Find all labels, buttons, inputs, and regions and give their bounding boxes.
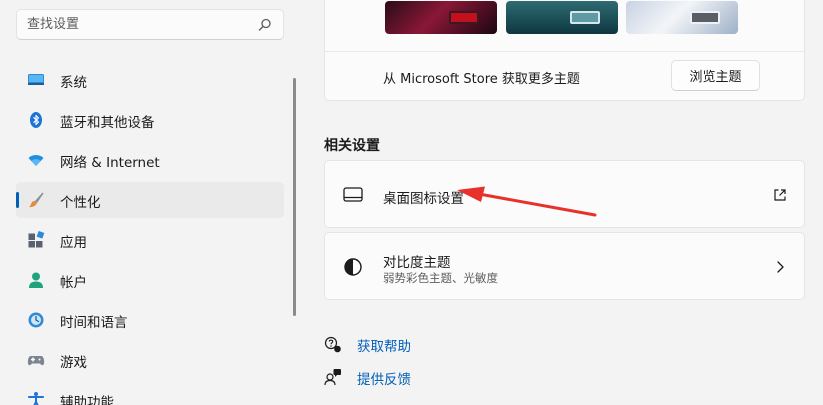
theme-swatch (570, 11, 600, 24)
section-title: 相关设置 (324, 138, 380, 154)
feedback-icon (324, 369, 341, 386)
accessibility-icon (28, 392, 44, 405)
sidebar: 系统 蓝牙和其他设备 网络 & Internet 个性化 (0, 0, 300, 405)
card-title: 对比度主题 (383, 255, 451, 271)
desktop-icon (343, 187, 363, 202)
contrast-icon (344, 258, 362, 276)
theme-thumbnail[interactable] (626, 1, 738, 34)
external-link-icon (774, 189, 786, 201)
sidebar-item-time-language[interactable]: 时间和语言 (16, 302, 284, 338)
feedback-label[interactable]: 提供反馈 (357, 368, 411, 388)
search-icon[interactable] (258, 18, 272, 32)
card-title: 桌面图标设置 (383, 191, 464, 207)
themes-card: 从 Microsoft Store 获取更多主题 浏览主题 (324, 0, 805, 101)
search-input[interactable] (17, 10, 247, 39)
sidebar-item-label: 应用 (60, 235, 87, 251)
get-help-label[interactable]: 获取帮助 (357, 335, 411, 355)
bluetooth-icon (30, 112, 42, 128)
sidebar-item-personalization[interactable]: 个性化 (16, 182, 284, 218)
store-themes-text: 从 Microsoft Store 获取更多主题 (383, 72, 580, 87)
chevron-right-icon (777, 261, 784, 273)
sidebar-item-label: 帐户 (60, 275, 87, 291)
sidebar-item-accessibility[interactable]: 辅助功能 (16, 382, 284, 405)
get-help-link[interactable]: 获取帮助 (324, 333, 524, 355)
sidebar-item-label: 时间和语言 (60, 315, 128, 331)
sidebar-item-gaming[interactable]: 游戏 (16, 342, 284, 378)
person-icon (29, 272, 43, 288)
theme-thumbnail[interactable] (506, 1, 618, 34)
nav-list: 系统 蓝牙和其他设备 网络 & Internet 个性化 应用 帐户 时间和语言… (16, 62, 284, 405)
card-subtitle: 弱势彩色主题、光敏度 (383, 271, 498, 285)
sidebar-item-network[interactable]: 网络 & Internet (16, 142, 284, 178)
sidebar-scrollbar[interactable] (293, 78, 296, 316)
sidebar-item-label: 游戏 (60, 355, 87, 371)
main-content: 从 Microsoft Store 获取更多主题 浏览主题 相关设置 桌面图标设… (324, 0, 805, 405)
sidebar-item-label: 系统 (60, 75, 87, 91)
globe-clock-icon (28, 312, 44, 328)
sidebar-item-bluetooth[interactable]: 蓝牙和其他设备 (16, 102, 284, 138)
browse-themes-button[interactable]: 浏览主题 (671, 60, 760, 91)
feedback-link[interactable]: 提供反馈 (324, 366, 524, 388)
sidebar-item-accounts[interactable]: 帐户 (16, 262, 284, 298)
sidebar-item-label: 辅助功能 (60, 395, 114, 405)
apps-icon (28, 231, 45, 248)
sidebar-item-apps[interactable]: 应用 (16, 222, 284, 258)
monitor-icon (28, 74, 44, 85)
sidebar-item-label: 网络 & Internet (60, 155, 160, 171)
sidebar-item-label: 蓝牙和其他设备 (60, 115, 155, 131)
divider (325, 51, 804, 52)
theme-thumbnail[interactable] (385, 1, 497, 34)
gamepad-icon (27, 356, 45, 366)
wifi-icon (28, 155, 44, 166)
brush-icon (29, 192, 44, 208)
search-box[interactable] (16, 9, 284, 40)
help-icon (324, 336, 341, 353)
desktop-icon-settings-card[interactable]: 桌面图标设置 (324, 160, 805, 228)
contrast-themes-card[interactable]: 对比度主题 弱势彩色主题、光敏度 (324, 232, 805, 300)
theme-swatch (449, 11, 479, 24)
sidebar-item-label: 个性化 (60, 195, 101, 211)
sidebar-item-system[interactable]: 系统 (16, 62, 284, 98)
theme-swatch (690, 11, 720, 24)
